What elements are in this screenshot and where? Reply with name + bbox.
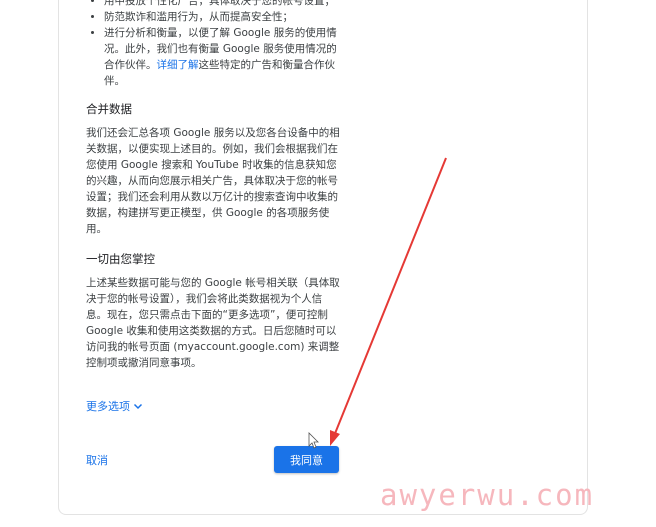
- mouse-cursor-icon: [308, 432, 319, 449]
- watermark: awyerwu.com: [380, 478, 595, 512]
- annotation-arrow-icon: [333, 157, 447, 437]
- annotation-layer: [308, 157, 447, 449]
- arrow-head-icon: [330, 430, 340, 446]
